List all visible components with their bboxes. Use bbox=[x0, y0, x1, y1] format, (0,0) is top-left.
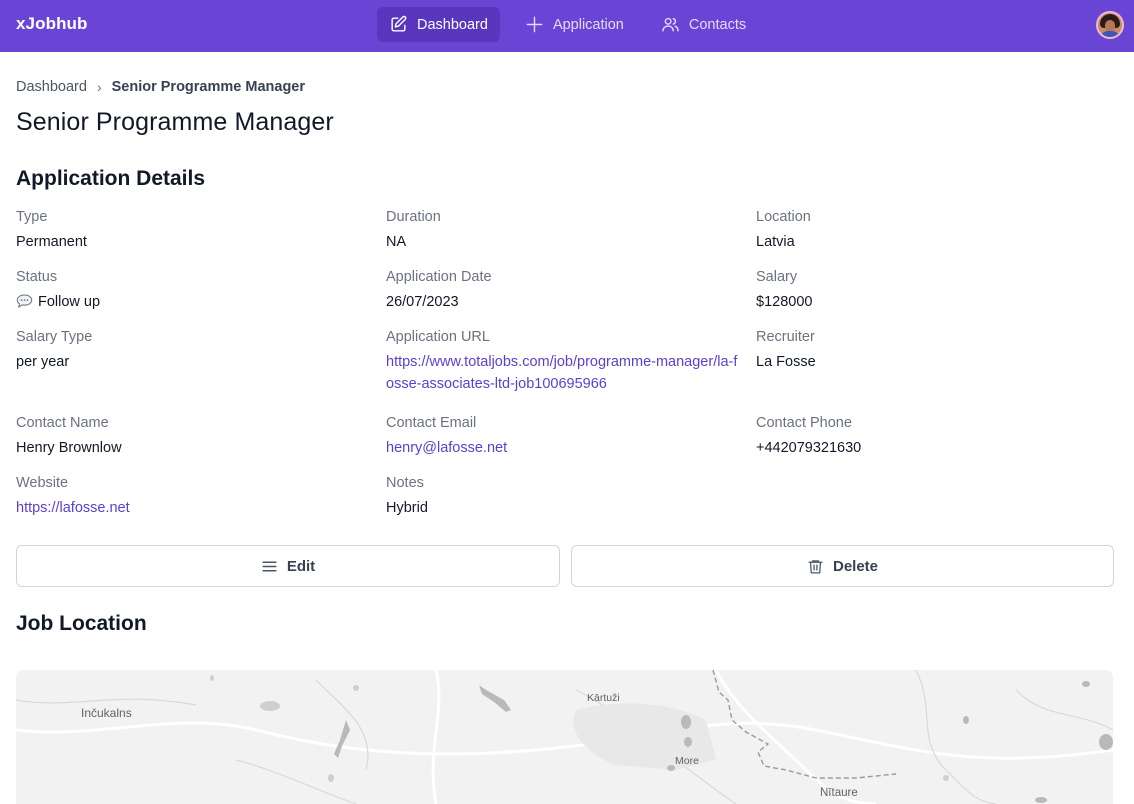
field-contact-email: Contact Email henry@lafosse.net bbox=[386, 414, 746, 459]
delete-button[interactable]: Delete bbox=[571, 545, 1114, 587]
job-location-map[interactable]: Inčukalns Kārtuži More Nītaure bbox=[16, 670, 1113, 804]
field-label: Salary bbox=[756, 269, 798, 285]
field-value: per year bbox=[16, 354, 70, 370]
field-salary: Salary $128000 bbox=[756, 268, 1116, 313]
field-value: NA bbox=[386, 234, 407, 250]
main-nav: Dashboard Application Contacts bbox=[377, 7, 758, 42]
nav-dashboard-label: Dashboard bbox=[417, 16, 488, 33]
application-details-heading: Application Details bbox=[16, 167, 206, 190]
users-icon bbox=[662, 17, 679, 32]
field-recruiter: Recruiter La Fosse bbox=[756, 328, 1116, 373]
nav-contacts-label: Contacts bbox=[688, 16, 747, 33]
map-label-nitaure: Nītaure bbox=[820, 787, 858, 799]
nav-application-label: Application bbox=[552, 16, 624, 33]
field-label: Contact Phone bbox=[756, 415, 852, 431]
map-label-kartuzi: Kārtuži bbox=[587, 692, 620, 704]
field-value: Hybrid bbox=[386, 500, 428, 516]
field-value: 26/07/2023 bbox=[386, 294, 459, 310]
field-value: +442079321630 bbox=[756, 440, 862, 456]
field-label: Website bbox=[16, 475, 69, 491]
field-label: Status bbox=[16, 269, 58, 285]
job-location-heading: Job Location bbox=[16, 612, 147, 635]
field-value: Latvia bbox=[756, 234, 795, 250]
field-label: Salary Type bbox=[16, 329, 93, 345]
breadcrumb: Dashboard › Senior Programme Manager bbox=[16, 79, 305, 95]
trash-icon bbox=[808, 559, 823, 574]
field-label: Recruiter bbox=[756, 329, 815, 345]
field-value: Permanent bbox=[16, 234, 87, 250]
field-label: Location bbox=[756, 209, 811, 225]
field-label: Type bbox=[16, 209, 48, 225]
edit-button-label: Edit bbox=[286, 557, 316, 575]
nav-dashboard[interactable]: Dashboard bbox=[377, 7, 500, 42]
nav-contacts[interactable]: Contacts bbox=[649, 7, 758, 42]
field-label: Duration bbox=[386, 209, 441, 225]
plus-icon bbox=[526, 16, 543, 33]
application-url-link[interactable]: https://www.totaljobs.com/job/programme-… bbox=[386, 351, 744, 395]
edit-button[interactable]: Edit bbox=[16, 545, 560, 587]
field-label: Notes bbox=[386, 475, 424, 491]
chevron-right-icon: › bbox=[96, 79, 102, 95]
top-navbar: xJobhub Dashboard Application Contacts bbox=[0, 0, 1134, 52]
field-notes: Notes Hybrid bbox=[386, 474, 746, 519]
map-label-more: More bbox=[675, 755, 699, 767]
field-location: Location Latvia bbox=[756, 208, 1116, 253]
delete-button-label: Delete bbox=[832, 557, 879, 575]
field-application-url: Application URL https://www.totaljobs.co… bbox=[386, 328, 744, 395]
status-text: Follow up bbox=[38, 294, 101, 310]
user-avatar[interactable] bbox=[1096, 11, 1124, 39]
contact-email-link[interactable]: henry@lafosse.net bbox=[386, 437, 746, 459]
field-website: Website https://lafosse.net bbox=[16, 474, 376, 519]
breadcrumb-current: Senior Programme Manager bbox=[111, 79, 306, 95]
edit-square-icon bbox=[391, 15, 407, 32]
brand-logo[interactable]: xJobhub bbox=[16, 14, 88, 34]
map-label-incukalns: Inčukalns bbox=[81, 706, 132, 720]
field-type: Type Permanent bbox=[16, 208, 376, 253]
field-salary-type: Salary Type per year bbox=[16, 328, 376, 373]
website-link[interactable]: https://lafosse.net bbox=[16, 497, 376, 519]
field-application-date: Application Date 26/07/2023 bbox=[386, 268, 746, 313]
speech-bubble-icon bbox=[16, 294, 33, 308]
field-contact-name: Contact Name Henry Brownlow bbox=[16, 414, 376, 459]
field-label: Application Date bbox=[386, 269, 492, 285]
field-value: Henry Brownlow bbox=[16, 440, 122, 456]
map-roads bbox=[16, 670, 1113, 804]
menu-lines-icon bbox=[262, 561, 277, 571]
field-label: Contact Name bbox=[16, 415, 109, 431]
nav-application[interactable]: Application bbox=[513, 7, 636, 42]
page-title: Senior Programme Manager bbox=[16, 108, 334, 136]
breadcrumb-dashboard-link[interactable]: Dashboard bbox=[16, 79, 87, 95]
field-label: Contact Email bbox=[386, 415, 477, 431]
field-duration: Duration NA bbox=[386, 208, 746, 253]
field-value: Follow up bbox=[16, 291, 376, 313]
field-contact-phone: Contact Phone +442079321630 bbox=[756, 414, 1116, 459]
field-status: Status Follow up bbox=[16, 268, 376, 313]
field-label: Application URL bbox=[386, 329, 490, 345]
field-value: La Fosse bbox=[756, 354, 816, 370]
field-value: $128000 bbox=[756, 294, 813, 310]
